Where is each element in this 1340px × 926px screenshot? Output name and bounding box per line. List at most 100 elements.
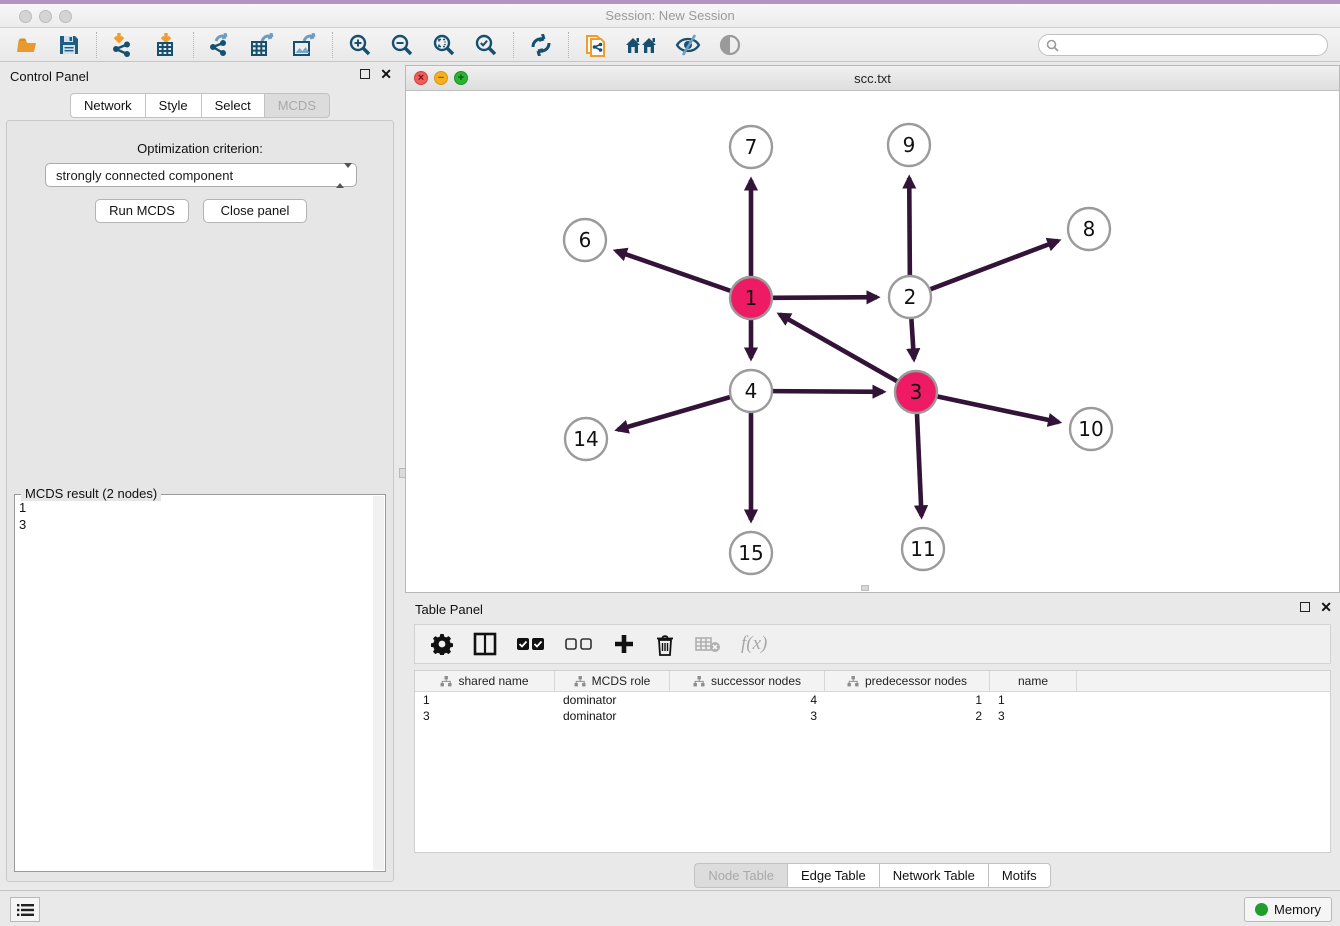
mcds-tab-content: Optimization criterion: strongly connect… (6, 120, 394, 882)
zoom-selected-icon[interactable] (472, 32, 500, 58)
table-panel: Table Panel ✕ (405, 595, 1340, 889)
table-cell: 3 (670, 708, 825, 724)
column-header-shared-name[interactable]: shared name (415, 671, 555, 691)
select-all-checkboxes-icon[interactable] (517, 629, 545, 659)
node-table-header: shared name MCDS role successor nodes prede… (415, 671, 1330, 692)
import-network-icon[interactable] (110, 32, 138, 58)
control-panel-tabs: Network Style Select MCDS (0, 93, 400, 118)
optimization-criterion-label: Optimization criterion: (7, 141, 393, 156)
import-table-icon[interactable] (152, 32, 180, 58)
memory-button[interactable]: Memory (1244, 897, 1332, 922)
graph-node-label: 1 (745, 286, 758, 310)
table-cell: 1 (825, 692, 990, 708)
tab-motifs[interactable]: Motifs (988, 863, 1051, 888)
close-panel-button[interactable]: Close panel (203, 199, 307, 223)
tab-network-table[interactable]: Network Table (879, 863, 988, 888)
column-header-label: MCDS role (592, 674, 651, 688)
column-header-label: predecessor nodes (865, 674, 967, 688)
table-panel-title: Table Panel (415, 602, 483, 617)
float-table-panel-icon[interactable] (1300, 602, 1310, 612)
tab-edge-table[interactable]: Edge Table (787, 863, 879, 888)
column-header-MCDS-role[interactable]: MCDS role (555, 671, 670, 691)
export-image-icon[interactable] (291, 32, 319, 58)
column-header-label: successor nodes (711, 674, 801, 688)
network-window-titlebar: × − + scc.txt (406, 66, 1339, 91)
list-icon (17, 903, 34, 917)
status-bar: Memory (0, 890, 1340, 926)
table-cell: 3 (990, 708, 1077, 724)
graph-node-label: 3 (910, 380, 923, 404)
graph-edge-1-2[interactable] (773, 297, 877, 298)
graph-node-label: 11 (910, 537, 935, 561)
search-input[interactable] (1038, 34, 1328, 56)
criterion-dropdown[interactable]: strongly connected component (45, 163, 357, 187)
search-field (1038, 34, 1328, 56)
table-row[interactable]: 3dominator323 (415, 708, 1330, 724)
graph-edge-3-10[interactable] (938, 397, 1059, 423)
titlebar: Session: New Session (0, 4, 1340, 28)
control-panel-header: Control Panel ✕ (0, 62, 400, 90)
search-icon (1046, 39, 1059, 57)
add-column-icon[interactable] (613, 629, 635, 659)
table-cell: 4 (670, 692, 825, 708)
column-layout-icon[interactable] (473, 629, 497, 659)
first-neighbors-icon[interactable] (624, 32, 660, 58)
graph-node-label: 8 (1083, 217, 1096, 241)
network-view-window: × − + scc.txt 7968124314101511 (405, 65, 1340, 593)
show-all-icon[interactable] (716, 32, 744, 58)
status-menu-button[interactable] (10, 897, 40, 922)
table-cell: 1 (990, 692, 1077, 708)
delete-column-icon[interactable] (655, 629, 675, 659)
column-header-name[interactable]: name (990, 671, 1077, 691)
network-resize-grip[interactable] (861, 585, 869, 591)
tab-style[interactable]: Style (145, 93, 201, 118)
run-mcds-button[interactable]: Run MCDS (95, 199, 189, 223)
open-folder-icon[interactable] (13, 32, 41, 58)
zoom-in-icon[interactable] (346, 32, 374, 58)
graph-node-label: 10 (1078, 417, 1103, 441)
duplicate-network-icon[interactable] (582, 32, 610, 58)
graph-edge-4-3[interactable] (773, 391, 883, 392)
column-header-successor-nodes[interactable]: successor nodes (670, 671, 825, 691)
close-panel-icon[interactable]: ✕ (380, 69, 392, 79)
deselect-all-checkboxes-icon[interactable] (565, 629, 593, 659)
graph-edge-2-3[interactable] (911, 319, 914, 359)
graph-node-label: 2 (904, 285, 917, 309)
tab-mcds[interactable]: MCDS (264, 93, 330, 118)
export-network-icon[interactable] (207, 32, 235, 58)
column-header-label: shared name (458, 674, 528, 688)
graph-edge-4-14[interactable] (618, 397, 730, 430)
graph-edge-2-9[interactable] (909, 178, 910, 275)
settings-gear-icon[interactable] (431, 629, 453, 659)
application-window: Session: New Session (0, 0, 1340, 926)
float-panel-icon[interactable] (360, 69, 370, 79)
column-tree-icon (574, 676, 586, 687)
network-canvas[interactable]: 7968124314101511 (406, 91, 1339, 592)
graph-edge-2-8[interactable] (931, 241, 1059, 289)
graph-node-label: 14 (573, 427, 598, 451)
graph-edge-3-1[interactable] (780, 314, 897, 381)
column-tree-icon (440, 676, 452, 687)
graph-edge-3-11[interactable] (917, 414, 922, 516)
export-table-icon[interactable] (249, 32, 277, 58)
graph-node-label: 6 (579, 228, 592, 252)
tab-node-table[interactable]: Node Table (694, 863, 787, 888)
close-table-panel-icon[interactable]: ✕ (1320, 602, 1332, 612)
window-title: Session: New Session (0, 8, 1340, 23)
tab-network[interactable]: Network (70, 93, 145, 118)
mcds-result-text[interactable]: 1 3 (19, 499, 371, 867)
apply-layout-icon[interactable] (527, 32, 555, 58)
save-session-icon[interactable] (55, 32, 83, 58)
table-cell: 1 (415, 692, 555, 708)
table-cell: 3 (415, 708, 555, 724)
graph-edge-1-6[interactable] (616, 251, 730, 291)
dropdown-stepper-icon (336, 168, 348, 184)
hide-selected-icon[interactable] (674, 32, 702, 58)
result-scrollbar[interactable] (373, 496, 384, 870)
zoom-out-icon[interactable] (388, 32, 416, 58)
tab-select[interactable]: Select (201, 93, 264, 118)
table-row[interactable]: 1dominator411 (415, 692, 1330, 708)
column-header-predecessor-nodes[interactable]: predecessor nodes (825, 671, 990, 691)
zoom-fit-icon[interactable] (430, 32, 458, 58)
memory-label: Memory (1274, 902, 1321, 917)
